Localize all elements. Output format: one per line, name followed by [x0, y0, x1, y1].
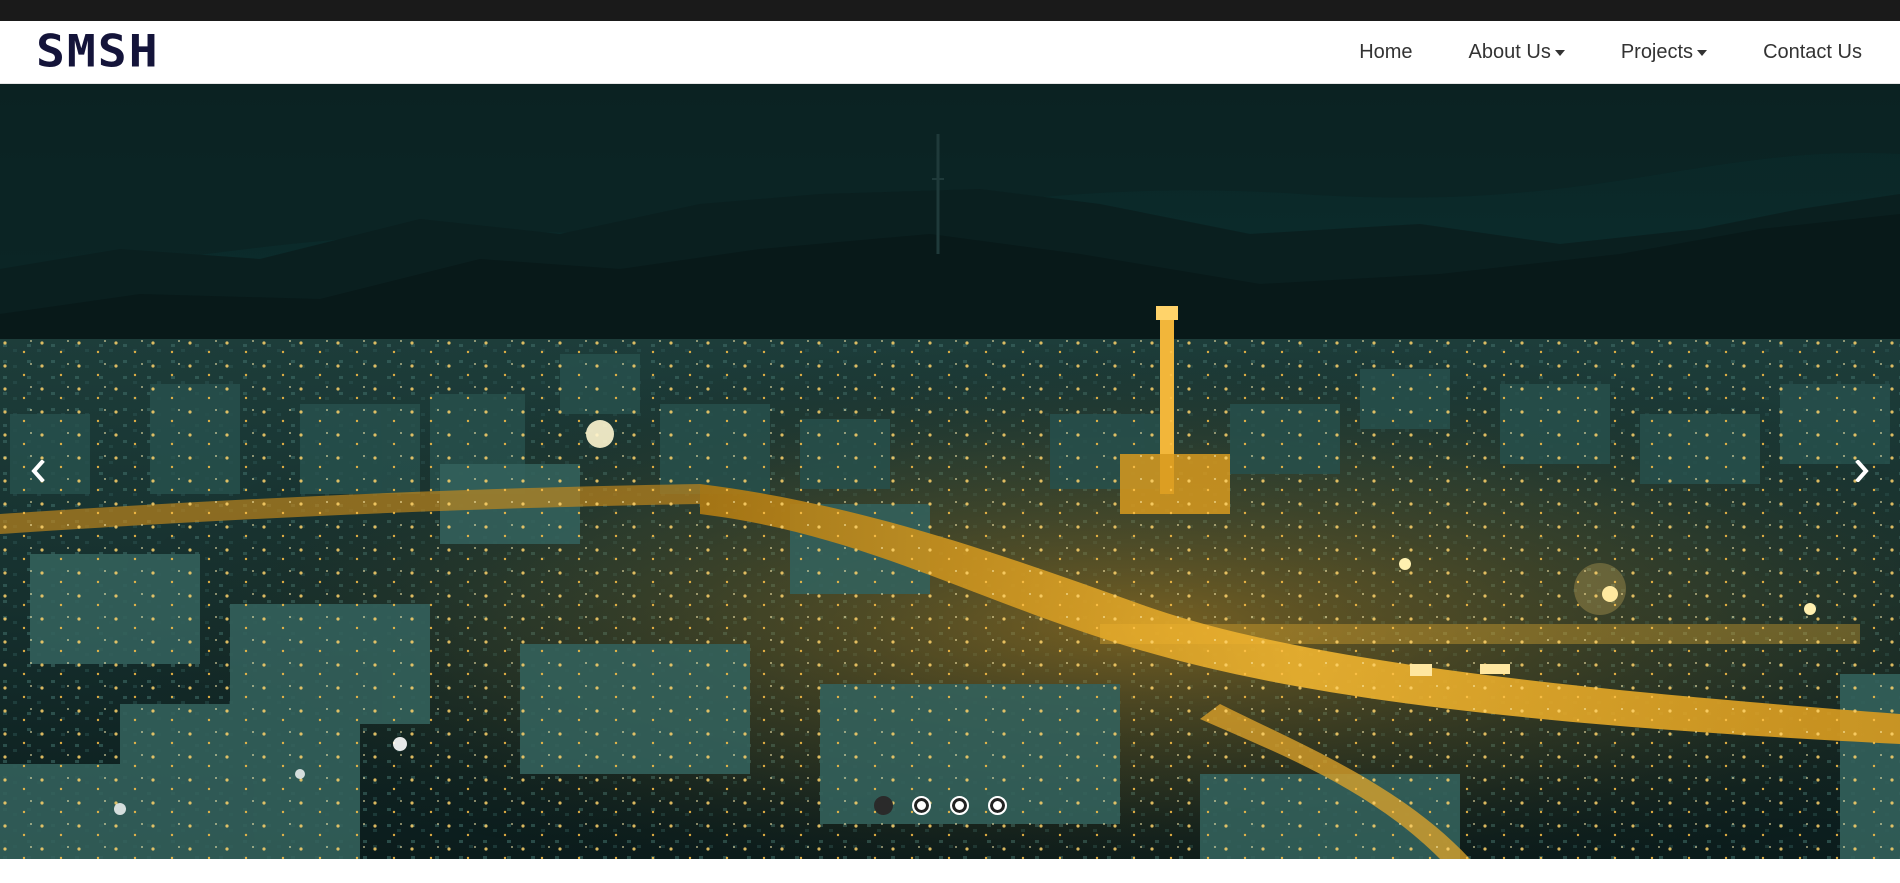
hero-carousel — [0, 84, 1900, 859]
top-bar — [0, 0, 1900, 21]
nav-item-about-us[interactable]: About Us — [1469, 41, 1565, 64]
carousel-prev-button[interactable] — [18, 446, 58, 496]
nav-item-label: Projects — [1620, 40, 1694, 63]
nav-item-home[interactable]: Home — [1359, 41, 1412, 64]
site-logo[interactable]: SMSH — [36, 21, 160, 84]
nav-item-label: About Us — [1468, 40, 1551, 63]
nav-item-label: Home — [1359, 40, 1413, 63]
chevron-right-icon — [1855, 460, 1869, 482]
caret-down-icon — [1697, 50, 1708, 56]
carousel-indicator-3[interactable] — [950, 796, 969, 815]
nav-item-projects[interactable]: Projects — [1620, 40, 1708, 64]
caret-down-icon — [1554, 50, 1565, 56]
nav-item-contact-us[interactable]: Contact Us — [1763, 41, 1862, 64]
carousel-indicator-2[interactable] — [912, 796, 931, 815]
navbar: SMSH Home About Us Projects Contact Us — [0, 21, 1900, 84]
carousel-next-button[interactable] — [1842, 446, 1882, 496]
page-content-area — [0, 859, 1900, 883]
carousel-indicator-1[interactable] — [874, 796, 893, 815]
nav-item-label: Contact Us — [1763, 40, 1862, 63]
carousel-indicators — [874, 796, 1007, 815]
chevron-left-icon — [31, 460, 45, 482]
carousel-indicator-4[interactable] — [988, 796, 1007, 815]
logo-text: SMSH — [36, 26, 160, 78]
hero-slide-image — [0, 84, 1900, 859]
main-nav: Home About Us Projects Contact Us — [1359, 41, 1862, 64]
